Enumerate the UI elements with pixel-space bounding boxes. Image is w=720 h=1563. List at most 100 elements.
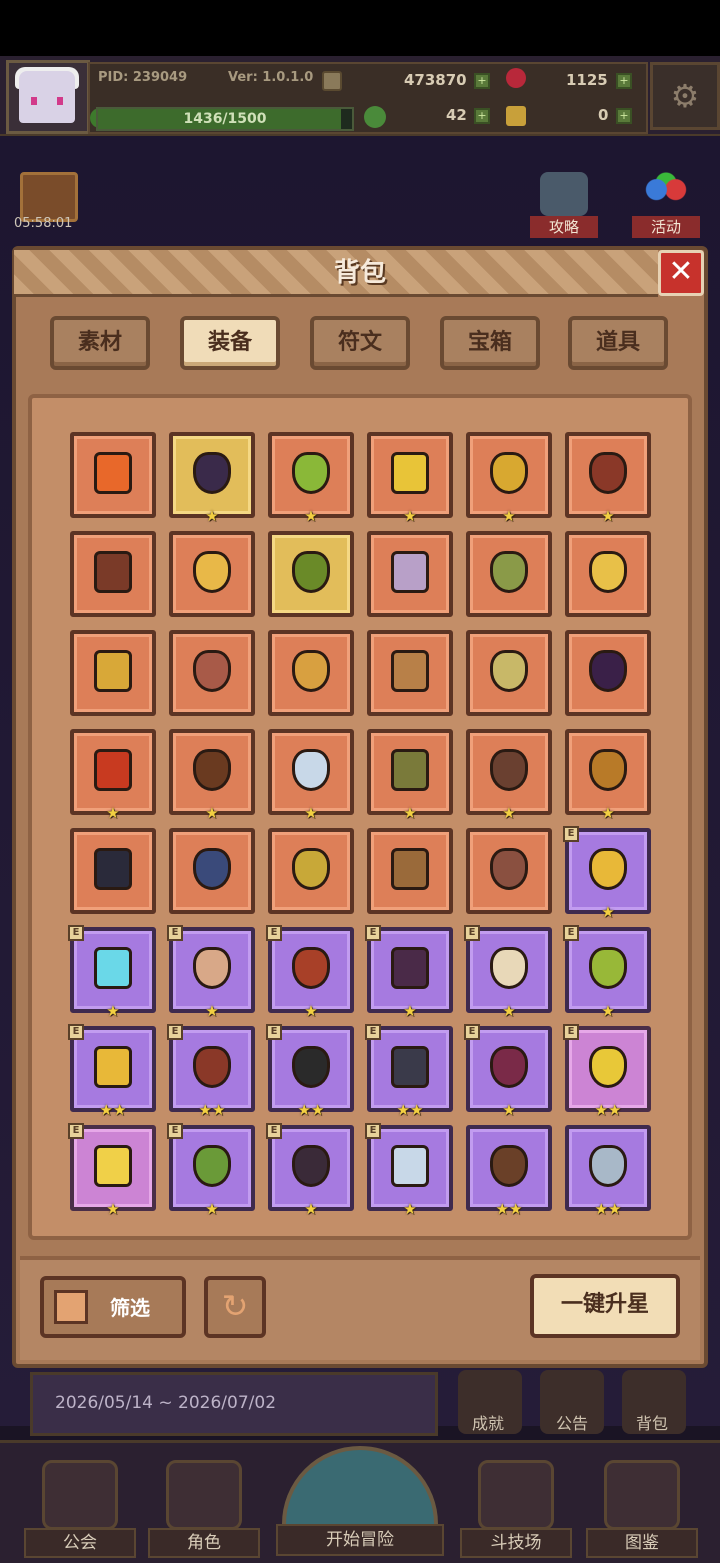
item-slot[interactable]: ★	[367, 729, 453, 821]
item-slot[interactable]	[565, 531, 651, 617]
nav-codex[interactable]: 图鉴	[586, 1460, 698, 1558]
item-slot[interactable]	[268, 630, 354, 716]
item-slot[interactable]	[169, 531, 255, 617]
item-stars: ★	[601, 804, 615, 822]
player-avatar[interactable]	[6, 60, 90, 134]
nav-guild[interactable]: 公会	[24, 1460, 136, 1558]
item-slot[interactable]	[70, 630, 156, 716]
item-slot[interactable]: ★	[169, 432, 255, 524]
item-slot[interactable]: E ★	[266, 925, 354, 1019]
item-slot[interactable]: ★	[169, 729, 255, 821]
item-slot[interactable]	[268, 531, 354, 617]
item-slot[interactable]: ★	[466, 432, 552, 524]
item-stars: ★	[205, 804, 219, 822]
item-slot[interactable]	[70, 531, 156, 617]
item-slot[interactable]: ★	[268, 432, 354, 524]
item-slot[interactable]	[466, 531, 552, 617]
nav-character[interactable]: 角色	[148, 1460, 260, 1558]
gold-amount: 473870	[404, 71, 467, 89]
tab-equipment[interactable]: 装备	[180, 316, 280, 370]
item-stars: ★	[205, 1200, 219, 1218]
item-slot[interactable]: E ★	[68, 1123, 156, 1217]
equipment-icon	[490, 650, 528, 692]
clover-icon	[364, 106, 386, 128]
refresh-button[interactable]: ↻	[204, 1276, 266, 1338]
equipped-badge: E	[365, 1024, 381, 1040]
item-slot[interactable]: E ★★	[167, 1024, 255, 1118]
item-slot[interactable]: E ★	[68, 925, 156, 1019]
equipped-badge: E	[464, 925, 480, 941]
player-id: PID: 239049	[98, 70, 188, 85]
item-slot[interactable]: ★	[565, 432, 651, 524]
event-chest-icon[interactable]	[20, 172, 78, 222]
item-slot[interactable]: ★★	[466, 1125, 552, 1217]
equipped-badge: E	[464, 1024, 480, 1040]
item-slot[interactable]: E ★	[365, 1123, 453, 1217]
item-slot[interactable]: E ★	[167, 925, 255, 1019]
item-slot[interactable]: E ★★	[266, 1024, 354, 1118]
item-slot[interactable]: E ★★	[563, 1024, 651, 1118]
copy-icon[interactable]	[322, 71, 342, 91]
add-key-button[interactable]: +	[616, 108, 632, 124]
item-slot[interactable]: E ★★	[68, 1024, 156, 1118]
item-slot[interactable]: E ★	[167, 1123, 255, 1217]
item-slot[interactable]: E ★	[266, 1123, 354, 1217]
equipment-icon	[589, 650, 627, 692]
item-slot[interactable]	[466, 630, 552, 716]
item-slot[interactable]	[268, 828, 354, 914]
item-slot[interactable]: ★	[268, 729, 354, 821]
tab-runes[interactable]: 符文	[310, 316, 410, 370]
event-date-range: 2026/05/14 ~ 2026/07/02	[55, 1393, 277, 1413]
item-stars: ★	[304, 1002, 318, 1020]
item-slot[interactable]: E ★	[464, 1024, 552, 1118]
start-adventure-button[interactable]: 开始冒险	[276, 1446, 444, 1560]
item-stars: ★★	[396, 1101, 424, 1119]
item-stars: ★★	[297, 1101, 325, 1119]
nav-arena[interactable]: 斗技场	[460, 1460, 572, 1558]
event-banner[interactable]: 2026/05/14 ~ 2026/07/02	[30, 1372, 438, 1436]
one-click-star-up-button[interactable]: 一键升星	[530, 1274, 680, 1338]
item-slot[interactable]: E ★★	[365, 1024, 453, 1118]
item-slot[interactable]: E ★	[563, 925, 651, 1019]
settings-gear-icon[interactable]: ⚙	[650, 62, 720, 130]
close-button[interactable]: ✕	[658, 250, 704, 296]
item-slot[interactable]: E ★	[365, 925, 453, 1019]
equipped-badge: E	[365, 925, 381, 941]
item-slot[interactable]: ★	[466, 729, 552, 821]
item-slot[interactable]: ★	[70, 729, 156, 821]
equipped-badge: E	[266, 1123, 282, 1139]
activity-button[interactable]: 活动	[632, 172, 700, 244]
tab-materials[interactable]: 素材	[50, 316, 150, 370]
panel-title: 背包	[333, 258, 386, 288]
item-slot[interactable]: ★★	[565, 1125, 651, 1217]
item-slot[interactable]	[169, 630, 255, 716]
tab-chests[interactable]: 宝箱	[440, 316, 540, 370]
item-slot[interactable]: E ★	[563, 826, 651, 920]
add-gold-button[interactable]: +	[474, 73, 490, 89]
item-stars: ★	[601, 1002, 615, 1020]
item-slot[interactable]	[70, 432, 156, 518]
item-slot[interactable]: ★	[367, 432, 453, 524]
item-slot[interactable]	[169, 828, 255, 914]
item-slot[interactable]	[565, 630, 651, 716]
item-slot[interactable]	[70, 828, 156, 914]
item-slot[interactable]	[367, 531, 453, 617]
guide-button[interactable]: 攻略	[530, 172, 598, 244]
guide-label: 攻略	[530, 216, 598, 238]
tab-items[interactable]: 道具	[568, 316, 668, 370]
item-slot[interactable]: E ★	[464, 925, 552, 1019]
item-slot[interactable]	[466, 828, 552, 914]
gem-icon	[506, 68, 526, 88]
equipped-badge: E	[167, 1123, 183, 1139]
equipped-badge: E	[266, 1024, 282, 1040]
item-stars: ★	[502, 804, 516, 822]
filter-button[interactable]: 筛选	[40, 1276, 186, 1338]
item-slot[interactable]	[367, 828, 453, 914]
item-slot[interactable]: ★	[565, 729, 651, 821]
add-gem-button[interactable]: +	[616, 73, 632, 89]
equipment-icon	[193, 650, 231, 692]
add-clover-button[interactable]: +	[474, 108, 490, 124]
item-stars: ★	[502, 1101, 516, 1119]
item-slot[interactable]	[367, 630, 453, 716]
equipped-badge: E	[266, 925, 282, 941]
